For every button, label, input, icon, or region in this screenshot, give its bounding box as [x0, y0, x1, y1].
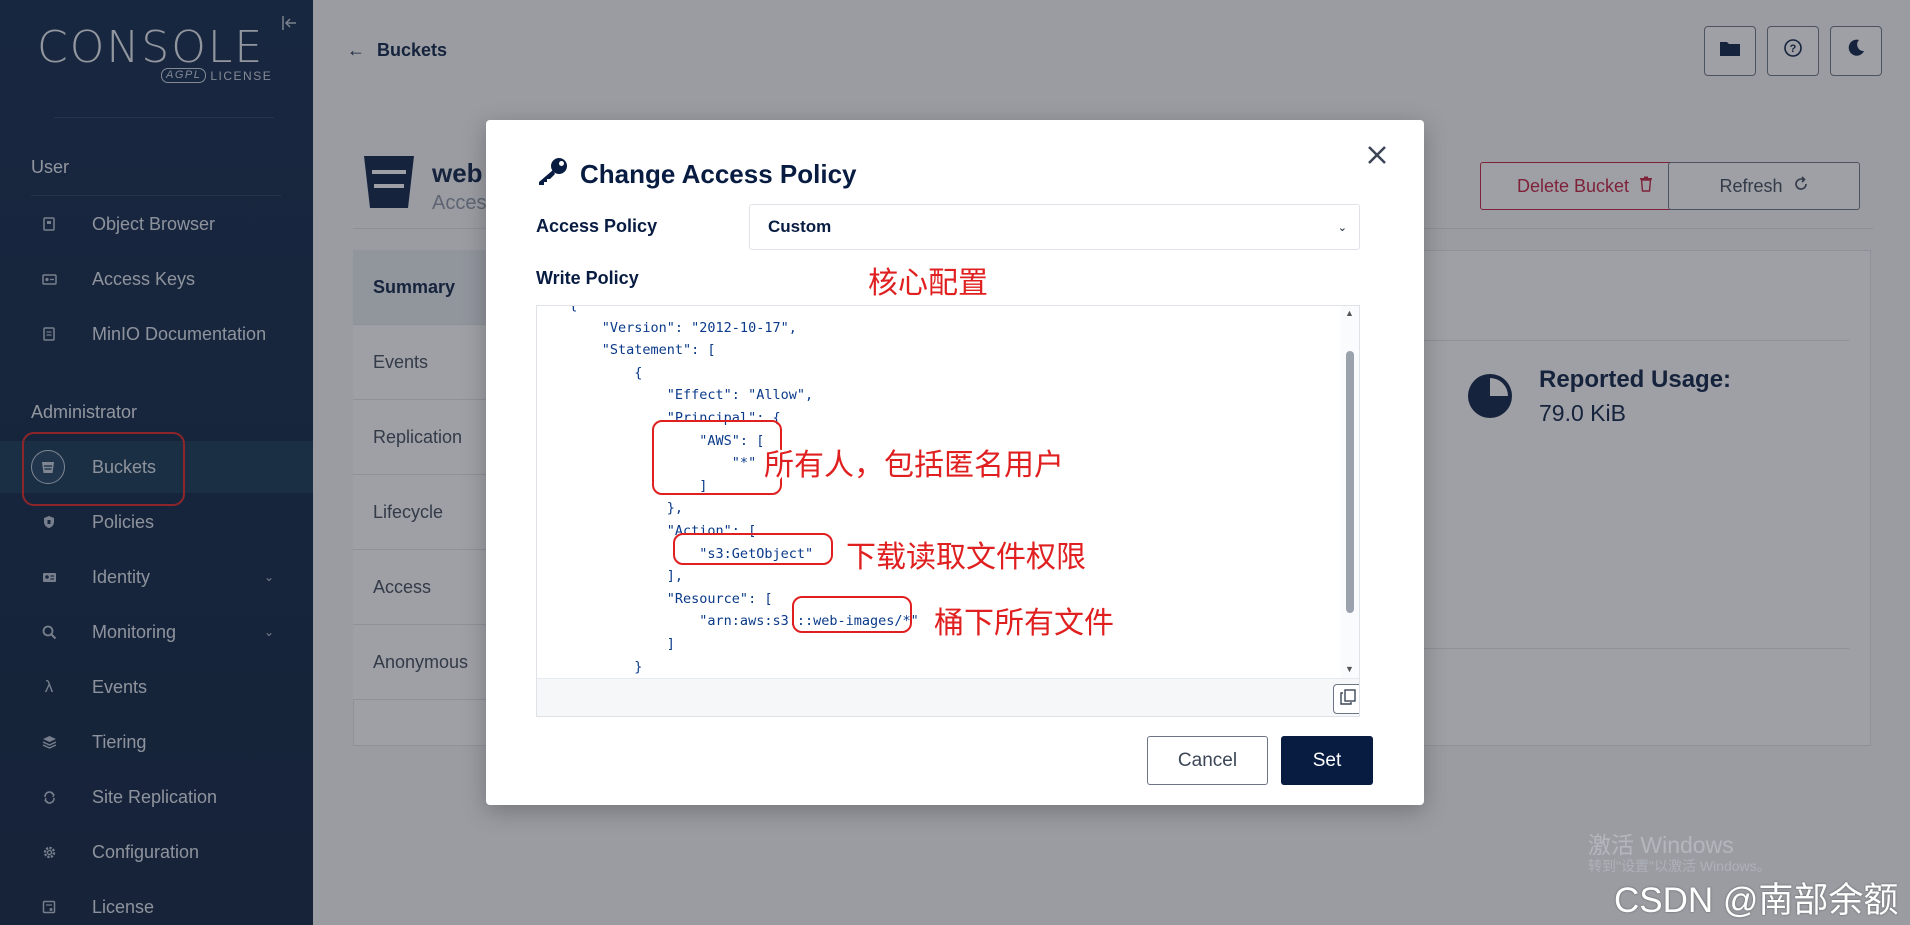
- scroll-down-icon[interactable]: ▼: [1345, 664, 1354, 674]
- access-policy-label: Access Policy: [536, 216, 658, 236]
- modal-title-text: Change Access Policy: [580, 159, 857, 189]
- access-policy-value: Custom: [768, 217, 832, 236]
- code-line: {: [553, 306, 577, 316]
- write-policy-label: Write Policy: [536, 268, 639, 288]
- annotation-principal: 所有人，包括匿名用户: [764, 448, 1064, 483]
- code-line: },: [553, 500, 684, 517]
- chevron-down-icon: ⌄: [1337, 221, 1347, 234]
- code-line: "Version": "2012-10-17",: [553, 319, 797, 336]
- policy-editor[interactable]: { "Version": "2012-10-17", "Statement": …: [536, 305, 1360, 717]
- annotation-action: 下载读取文件权限: [846, 540, 1086, 575]
- cancel-button[interactable]: Cancel: [1147, 736, 1268, 785]
- csdn-watermark: CSDN @南部余额: [1614, 881, 1899, 920]
- windows-watermark: 激活 Windows: [1588, 832, 1734, 858]
- code-line: "Effect": "Allow",: [553, 387, 814, 404]
- scroll-up-icon[interactable]: ▲: [1345, 308, 1354, 318]
- code-line: {: [553, 364, 643, 381]
- annotation-action-box: [673, 533, 833, 565]
- modal-title: Change Access Policy: [536, 156, 857, 193]
- editor-footer: [537, 678, 1359, 716]
- copy-icon: [1340, 688, 1356, 710]
- annotation-principal-box: [652, 420, 782, 495]
- code-line: ]: [553, 636, 675, 652]
- editor-scrollbar[interactable]: ▲ ▼: [1341, 306, 1359, 678]
- annotation-core-config: 核心配置: [868, 266, 988, 301]
- key-icon: [536, 156, 570, 193]
- code-line: "Resource": [: [553, 590, 773, 607]
- copy-button[interactable]: [1333, 684, 1359, 714]
- scrollbar-thumb[interactable]: [1346, 351, 1354, 613]
- set-button[interactable]: Set: [1281, 736, 1373, 785]
- access-policy-select[interactable]: Custom ⌄: [749, 204, 1360, 250]
- annotation-resource: 桶下所有文件: [934, 606, 1114, 641]
- code-line: ],: [553, 568, 684, 585]
- close-icon[interactable]: [1362, 140, 1392, 170]
- code-line: }: [553, 658, 643, 675]
- code-line: "Statement": [: [553, 342, 716, 359]
- annotation-resource-box: [792, 596, 912, 633]
